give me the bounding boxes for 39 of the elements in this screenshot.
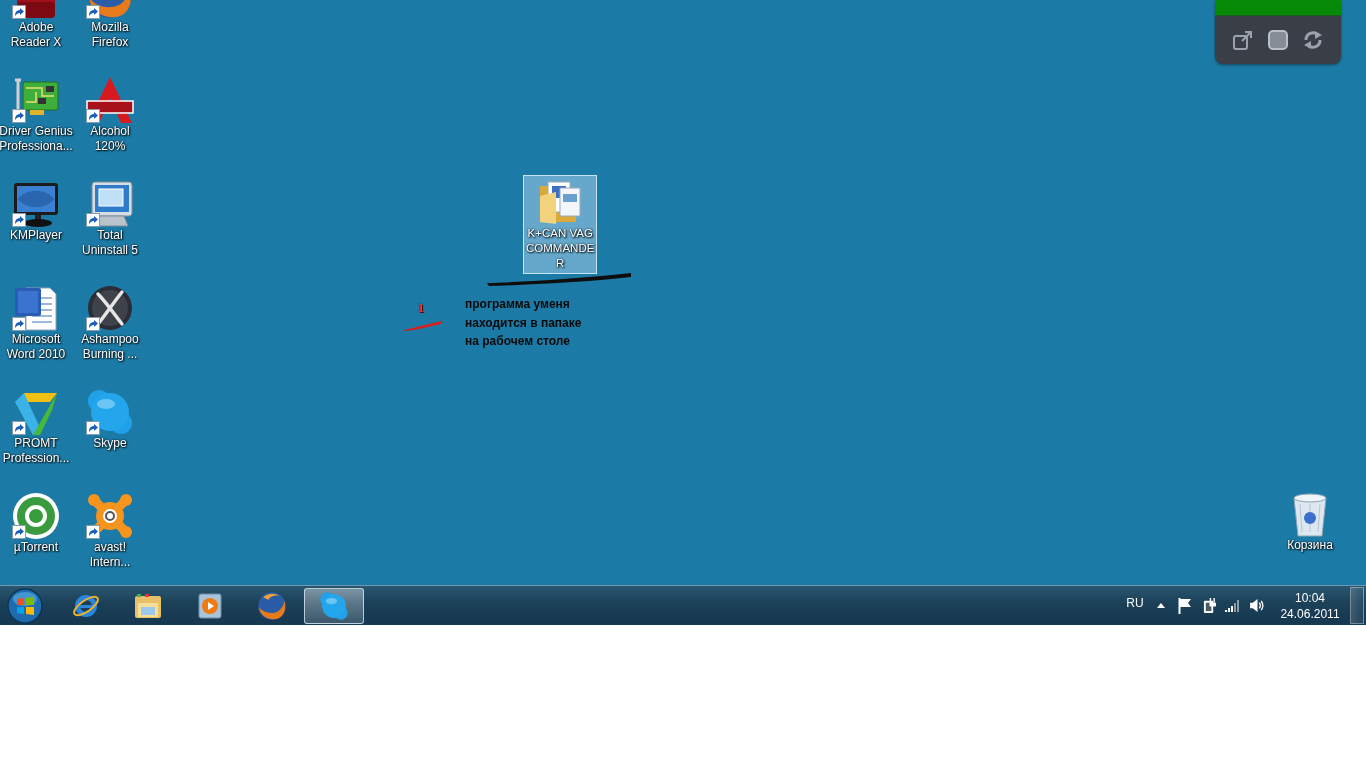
desktop-shortcut[interactable]: KMPlayer [8, 177, 64, 246]
desktop-shortcut[interactable]: Alcohol 120% [84, 73, 136, 157]
ink-stroke [403, 319, 443, 331]
cloud-icon [319, 590, 349, 621]
document-icon [12, 284, 60, 332]
stop-icon[interactable] [1268, 30, 1288, 50]
desktop-recycle-bin[interactable]: Корзина [1284, 487, 1336, 556]
desktop-shortcut[interactable]: Skype [84, 385, 136, 454]
desktop-shortcut[interactable]: Adobe Reader X [8, 0, 64, 53]
desktop-shortcut[interactable]: Total Uninstall 5 [80, 177, 140, 261]
annotation-number: 1 [418, 302, 424, 315]
cloud-icon [86, 388, 134, 436]
signal-bars-icon[interactable] [1225, 599, 1241, 612]
refresh-icon[interactable] [1303, 30, 1323, 50]
desktop-shortcut[interactable]: avast! Intern... [84, 489, 136, 573]
show-desktop-button[interactable] [1350, 587, 1364, 624]
language-button[interactable]: RU [1121, 591, 1149, 614]
caret-icon[interactable] [1157, 603, 1165, 608]
desktop-shortcut[interactable]: PROMT Profession... [0, 385, 72, 469]
desktop-shortcut[interactable]: µTorrent [10, 489, 62, 558]
orb-logo-icon [7, 587, 43, 624]
desktop-folder[interactable]: K+CAN VAG COMMANDE R [523, 175, 598, 274]
speaker-icon[interactable] [1249, 599, 1265, 612]
monitor-icon [12, 180, 60, 228]
desktop-shortcut[interactable]: Microsoft Word 2010 [4, 281, 68, 365]
desktop-shortcut[interactable]: Driver Genius Professiona... [0, 73, 75, 157]
play-icon [195, 590, 225, 621]
clock-time[interactable]: 10:04 [1295, 589, 1325, 606]
sphere-icon [86, 284, 134, 332]
plug-icon[interactable] [1202, 598, 1216, 613]
flag-icon[interactable] [1178, 597, 1192, 614]
globe-icon [257, 590, 287, 621]
clock-date[interactable]: 24.06.2011 [1280, 605, 1340, 622]
circle-icon [12, 492, 60, 540]
desktop-shortcut[interactable]: Ashampoo Burning ... [79, 281, 141, 365]
annotation-note: программа уменя находится в папаке на рабочем столе [465, 296, 582, 350]
expand-icon[interactable] [1233, 30, 1253, 50]
desktop-shortcut[interactable]: Mozilla Firefox [84, 0, 136, 53]
taskbar-button[interactable] [304, 587, 364, 624]
